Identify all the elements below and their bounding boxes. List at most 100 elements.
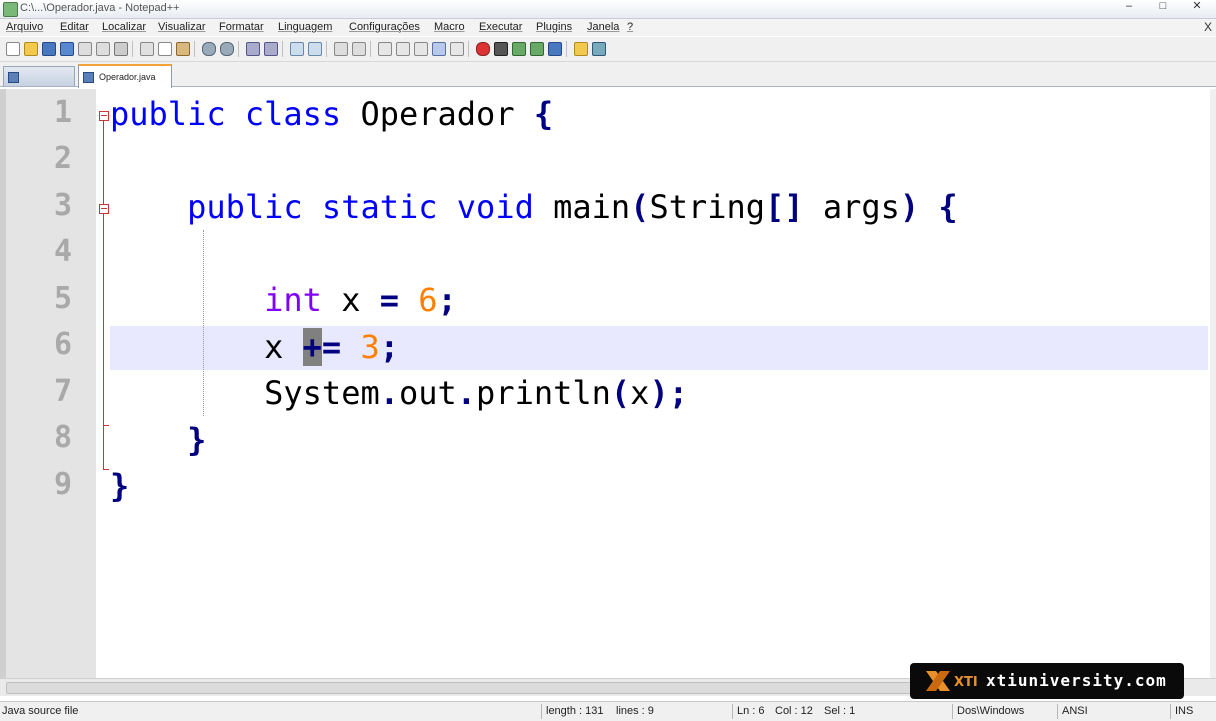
run-macro-icon[interactable] bbox=[528, 40, 544, 56]
minimize-button[interactable]: – bbox=[1112, 0, 1146, 15]
fold-collapse-icon[interactable] bbox=[99, 111, 109, 121]
toolbar-separator bbox=[194, 41, 195, 57]
menu-macro[interactable]: Macro bbox=[434, 21, 465, 33]
menu-configuracoes[interactable]: Configurações bbox=[349, 21, 420, 33]
tab-bar: Operador.java bbox=[0, 62, 1216, 88]
toolbar-separator bbox=[326, 41, 327, 57]
status-sel: Sel : 1 bbox=[824, 705, 856, 717]
code-line-5: int x = 6; bbox=[264, 281, 457, 319]
menu-help[interactable]: ? bbox=[627, 21, 633, 33]
open-file-icon[interactable] bbox=[22, 40, 38, 56]
toolbar-separator bbox=[468, 41, 469, 57]
selected-text: + bbox=[302, 328, 322, 366]
watermark-logo: XTI xtiuniversity.com bbox=[910, 663, 1184, 699]
print-icon[interactable] bbox=[112, 40, 128, 56]
fold-collapse-icon[interactable] bbox=[99, 204, 109, 214]
code-editor[interactable]: 1 2 3 4 5 6 7 8 9 public class Operador … bbox=[0, 89, 1210, 678]
close-file-icon[interactable] bbox=[76, 40, 92, 56]
function-list-icon[interactable] bbox=[448, 40, 464, 56]
show-all-chars-icon[interactable] bbox=[394, 40, 410, 56]
tab-label: Operador.java bbox=[99, 72, 156, 82]
toolbar-separator bbox=[370, 41, 371, 57]
line-number: 9 bbox=[54, 467, 73, 502]
tab-operador-java[interactable]: Operador.java bbox=[78, 64, 172, 88]
cut-icon[interactable] bbox=[138, 40, 154, 56]
code-line-3: public static void main(String[] args) { bbox=[187, 188, 958, 226]
vertical-scrollbar[interactable] bbox=[1210, 89, 1216, 678]
menu-editar[interactable]: Editar bbox=[60, 21, 89, 33]
menu-arquivo[interactable]: Arquivo bbox=[6, 21, 43, 33]
status-encoding: ANSI bbox=[1062, 705, 1088, 717]
line-number: 6 bbox=[54, 327, 73, 362]
line-number: 5 bbox=[54, 281, 73, 316]
file-icon bbox=[8, 72, 19, 83]
undo-icon[interactable] bbox=[200, 40, 216, 56]
code-line-9: } bbox=[110, 467, 130, 505]
save-icon[interactable] bbox=[40, 40, 56, 56]
replace-icon[interactable] bbox=[262, 40, 278, 56]
word-wrap-icon[interactable] bbox=[376, 40, 392, 56]
status-bar: Java source file length : 131 lines : 9 … bbox=[0, 701, 1216, 721]
launch-icon[interactable] bbox=[590, 40, 606, 56]
watermark-text: xtiuniversity.com bbox=[986, 671, 1167, 690]
zoom-in-icon[interactable] bbox=[288, 40, 304, 56]
menu-visualizar[interactable]: Visualizar bbox=[158, 21, 206, 33]
sync-h-icon[interactable] bbox=[350, 40, 366, 56]
fold-line bbox=[103, 121, 104, 469]
window-title: C:\...\Operador.java - Notepad++ bbox=[20, 2, 180, 14]
menu-plugins[interactable]: Plugins bbox=[536, 21, 572, 33]
toolbar-separator bbox=[238, 41, 239, 57]
status-divider bbox=[952, 704, 953, 719]
menu-janela[interactable]: Janela bbox=[587, 21, 619, 33]
code-line-6: x += 3; bbox=[110, 328, 399, 366]
notepadpp-app-icon bbox=[3, 2, 18, 17]
code-line-7: System.out.println(x); bbox=[110, 374, 688, 412]
menu-bar: Arquivo Editar Localizar Visualizar Form… bbox=[0, 19, 1216, 36]
status-length: length : 131 bbox=[546, 705, 604, 717]
play-macro-icon[interactable] bbox=[510, 40, 526, 56]
paste-icon[interactable] bbox=[174, 40, 190, 56]
menu-executar[interactable]: Executar bbox=[479, 21, 522, 33]
close-document-icon[interactable]: X bbox=[1204, 20, 1212, 34]
menu-linguagem[interactable]: Linguagem bbox=[278, 21, 332, 33]
toolbar-separator bbox=[566, 41, 567, 57]
redo-icon[interactable] bbox=[218, 40, 234, 56]
fold-end-marker bbox=[103, 469, 109, 470]
menu-localizar[interactable]: Localizar bbox=[102, 21, 146, 33]
close-button[interactable]: ✕ bbox=[1180, 0, 1214, 15]
close-all-icon[interactable] bbox=[94, 40, 110, 56]
menu-formatar[interactable]: Formatar bbox=[219, 21, 264, 33]
toolbar bbox=[0, 37, 1216, 62]
tab-inactive[interactable] bbox=[3, 66, 75, 86]
status-divider bbox=[1057, 704, 1058, 719]
indent-guide-icon[interactable] bbox=[412, 40, 428, 56]
gutter-strip bbox=[0, 89, 6, 678]
status-lines: lines : 9 bbox=[616, 705, 654, 717]
new-file-icon[interactable] bbox=[4, 40, 20, 56]
code-line-8: } bbox=[187, 421, 207, 459]
toolbar-separator bbox=[132, 41, 133, 57]
record-macro-icon[interactable] bbox=[474, 40, 490, 56]
maximize-button[interactable]: □ bbox=[1146, 0, 1180, 15]
copy-icon[interactable] bbox=[156, 40, 172, 56]
stop-macro-icon[interactable] bbox=[492, 40, 508, 56]
find-icon[interactable] bbox=[244, 40, 260, 56]
status-file-type: Java source file bbox=[2, 705, 79, 717]
save-all-icon[interactable] bbox=[58, 40, 74, 56]
line-number: 4 bbox=[54, 234, 73, 269]
zoom-out-icon[interactable] bbox=[306, 40, 322, 56]
sync-v-icon[interactable] bbox=[332, 40, 348, 56]
status-col: Col : 12 bbox=[775, 705, 813, 717]
status-divider bbox=[732, 704, 733, 719]
save-macro-icon[interactable] bbox=[546, 40, 562, 56]
toolbar-separator bbox=[282, 41, 283, 57]
line-number: 2 bbox=[54, 141, 73, 176]
title-bar: C:\...\Operador.java - Notepad++ – □ ✕ bbox=[0, 0, 1216, 19]
open-folder-icon[interactable] bbox=[572, 40, 588, 56]
xti-logo-icon: XTI bbox=[926, 671, 978, 691]
line-number: 7 bbox=[54, 374, 73, 409]
doc-map-icon[interactable] bbox=[430, 40, 446, 56]
scrollbar-thumb[interactable] bbox=[6, 682, 1038, 694]
status-divider bbox=[1170, 704, 1171, 719]
status-divider bbox=[541, 704, 542, 719]
